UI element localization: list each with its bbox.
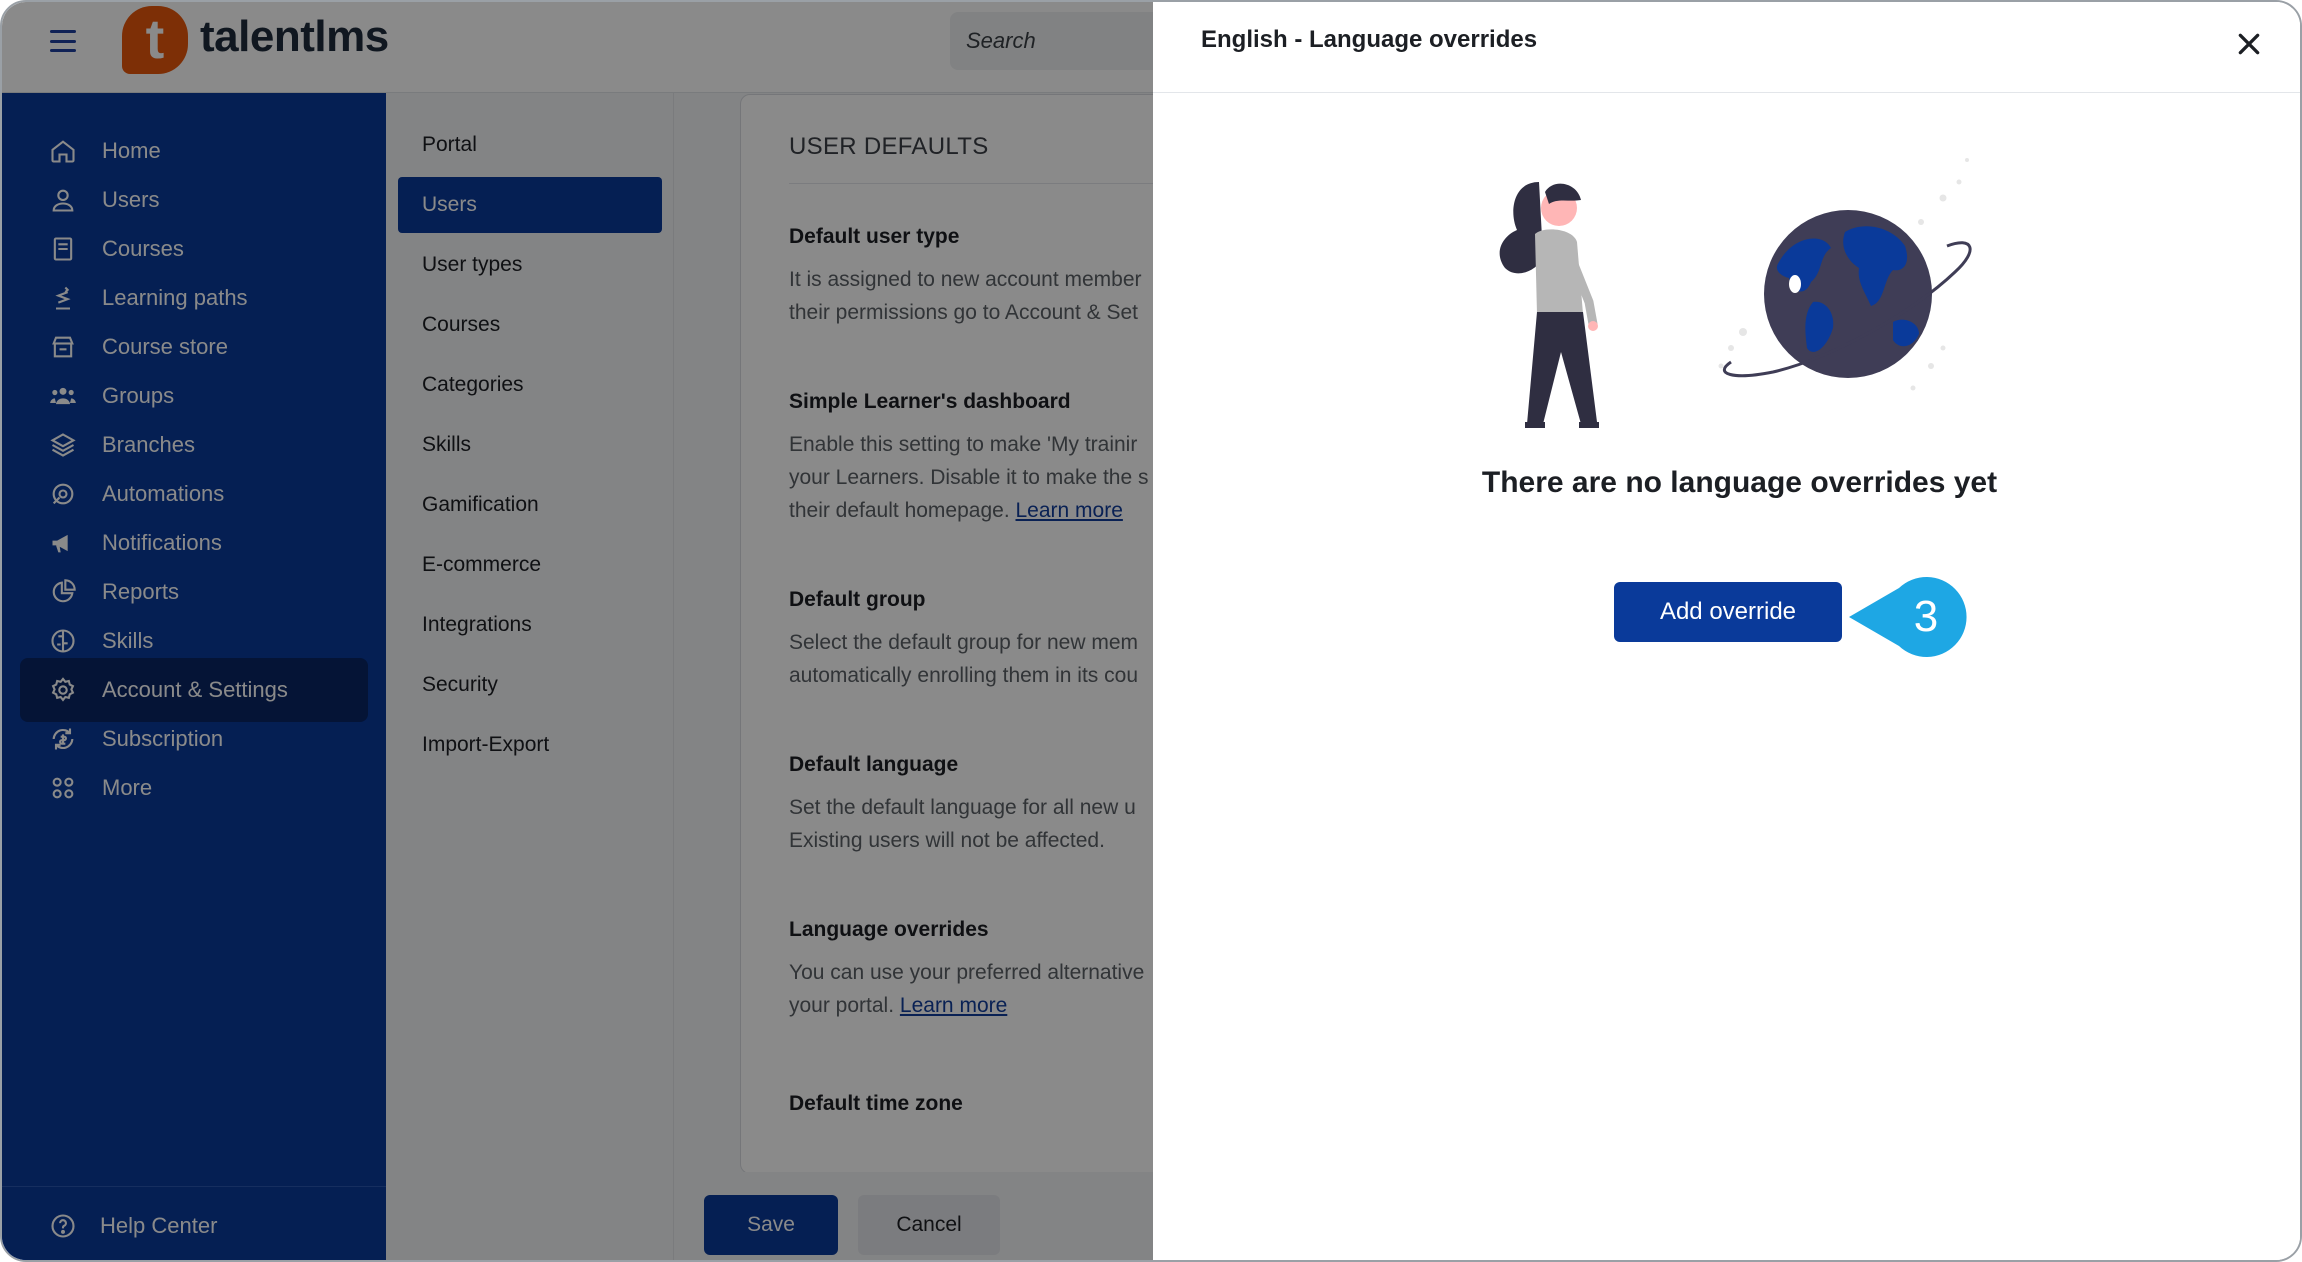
close-button[interactable] — [2227, 22, 2271, 66]
drawer-header: English - Language overrides — [1153, 2, 2300, 93]
app-window: t talentlms Search Home Users Courses Le… — [0, 0, 2302, 1262]
woman-figure — [1499, 182, 1599, 428]
close-icon — [2238, 33, 2260, 55]
globe-illustration — [1718, 158, 1972, 391]
add-override-button[interactable]: Add override — [1614, 582, 1842, 642]
language-overrides-drawer: English - Language overrides There are n… — [1153, 2, 2300, 1260]
step-callout-badge: 3 — [1849, 576, 1971, 658]
empty-state-message: There are no language overrides yet — [1481, 466, 1998, 499]
step-number: 3 — [1913, 592, 1939, 641]
empty-state-illustration — [1499, 158, 1972, 428]
drawer-title: English - Language overrides — [1201, 26, 1538, 53]
modal-overlay[interactable] — [2, 2, 1153, 1260]
